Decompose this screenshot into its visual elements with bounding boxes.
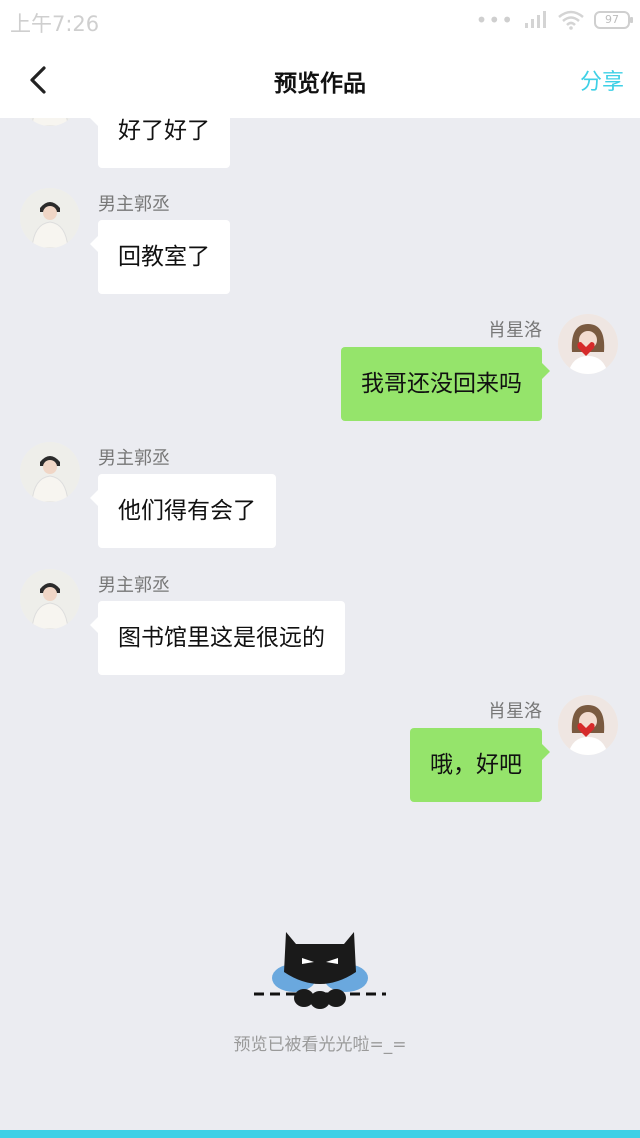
message-bubble[interactable]: 回教室了 bbox=[90, 220, 230, 294]
avatar[interactable] bbox=[558, 314, 618, 374]
end-of-preview-text: 预览已被看光光啦=_= bbox=[233, 1035, 407, 1055]
avatar-female-icon bbox=[558, 695, 618, 755]
avatar-male-icon bbox=[20, 118, 80, 126]
sender-name: 男主郭丞 bbox=[98, 448, 170, 469]
wifi-icon bbox=[558, 10, 584, 30]
cellular-signal-icon bbox=[525, 11, 546, 28]
nav-bar: 预览作品 分享 bbox=[0, 42, 640, 118]
message-bubble[interactable]: 图书馆里这是很远的 bbox=[90, 601, 345, 675]
sender-name: 男主郭丞 bbox=[98, 575, 170, 596]
message-text: 回教室了 bbox=[118, 244, 210, 270]
avatar-male-icon bbox=[20, 188, 80, 248]
message-text: 我哥还没回来吗 bbox=[361, 371, 522, 397]
avatar-male-icon bbox=[20, 569, 80, 629]
message-bubble[interactable]: 我哥还没回来吗 bbox=[341, 347, 550, 421]
peeking-cat-mascot-icon bbox=[254, 932, 386, 1009]
avatar[interactable] bbox=[20, 442, 80, 502]
sender-name: 肖星洛 bbox=[488, 320, 542, 341]
message-text: 好了好了 bbox=[118, 118, 210, 144]
avatar-female-icon bbox=[558, 314, 618, 374]
sender-name: 男主郭丞 bbox=[98, 194, 170, 215]
avatar[interactable] bbox=[20, 118, 80, 126]
status-icons: ••• 97 bbox=[475, 8, 633, 32]
chat-area[interactable]: 好了好了 男主郭丞 回教室了 肖星洛 我哥还没回来吗 男主郭丞 他们得有会了 男… bbox=[0, 118, 640, 1130]
status-time: 上午7:26 bbox=[10, 12, 100, 36]
message-bubble[interactable]: 他们得有会了 bbox=[90, 474, 276, 548]
message-text: 哦，好吧 bbox=[430, 752, 522, 778]
page-title: 预览作品 bbox=[274, 71, 366, 97]
avatar[interactable] bbox=[558, 695, 618, 755]
message-text: 他们得有会了 bbox=[118, 498, 256, 524]
signal-dots-icon: ••• bbox=[475, 8, 514, 32]
message-text: 图书馆里这是很远的 bbox=[118, 625, 325, 651]
bottom-accent-bar bbox=[0, 1130, 640, 1138]
share-button[interactable]: 分享 bbox=[580, 64, 624, 96]
message-bubble[interactable]: 好了好了 bbox=[90, 118, 230, 168]
message-bubble[interactable]: 哦，好吧 bbox=[410, 728, 550, 802]
battery-icon: 97 bbox=[594, 11, 633, 29]
sender-name: 肖星洛 bbox=[488, 701, 542, 722]
avatar[interactable] bbox=[20, 188, 80, 248]
avatar-male-icon bbox=[20, 442, 80, 502]
avatar[interactable] bbox=[20, 569, 80, 629]
status-bar: 上午7:26 ••• 97 bbox=[0, 0, 640, 42]
